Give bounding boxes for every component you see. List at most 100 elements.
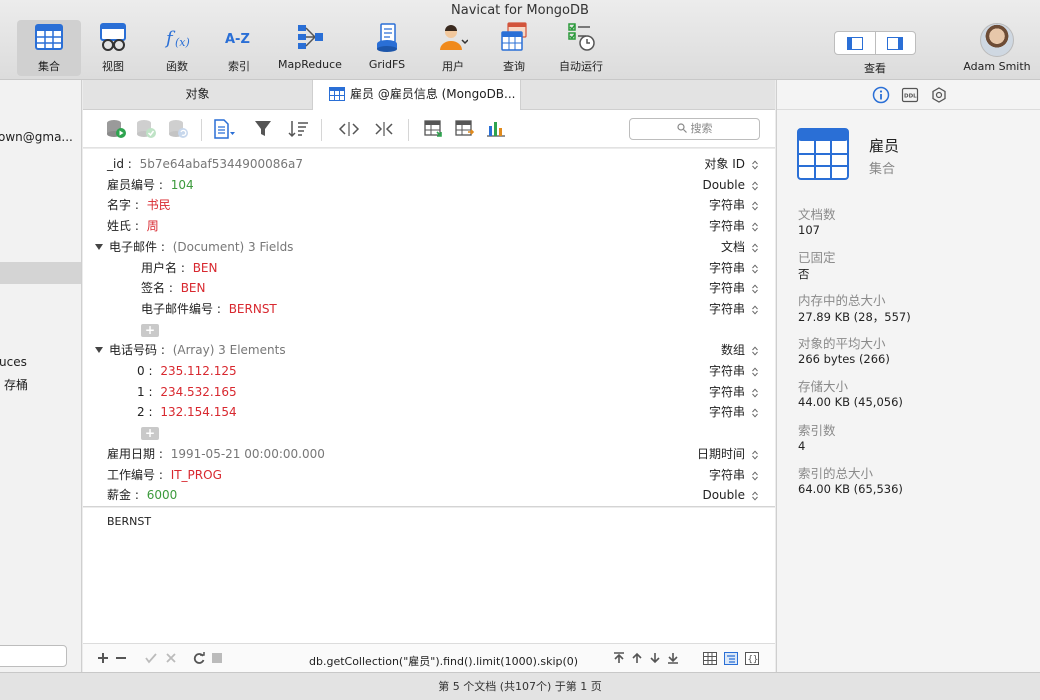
type-stepper-icon[interactable] <box>752 222 758 232</box>
type-stepper-icon[interactable] <box>752 470 758 481</box>
collapse-icon[interactable] <box>373 119 395 139</box>
field-type[interactable]: 字符串 <box>709 278 745 299</box>
document-field-row[interactable]: _id : 5b7e64abaf5344900086a7 对象 ID <box>83 154 775 175</box>
grid-view-icon[interactable] <box>703 652 717 665</box>
field-type[interactable]: 字符串 <box>709 361 745 382</box>
toolbar-automation-button[interactable]: 自动运行 <box>549 20 613 76</box>
field-type[interactable]: 字符串 <box>709 216 745 237</box>
add-field-button[interactable]: + <box>141 323 159 337</box>
previous-record-icon[interactable] <box>631 652 643 664</box>
expand-icon[interactable] <box>338 119 360 139</box>
field-type[interactable]: Double <box>702 485 745 506</box>
toolbar-user-button[interactable]: 用户 <box>421 20 485 76</box>
field-separator: : <box>177 260 189 275</box>
sidebar-item-bucket[interactable]: 存桶 <box>4 376 28 393</box>
document-field-row[interactable]: 工作编号 : IT_PROG 字符串 <box>83 465 775 486</box>
toggle-left-panel-button[interactable] <box>835 32 875 54</box>
automation-icon <box>568 23 595 51</box>
type-stepper-icon[interactable] <box>752 491 758 501</box>
type-stepper-icon[interactable] <box>752 450 758 460</box>
type-stepper-icon[interactable] <box>752 388 758 398</box>
document-field-row[interactable]: 0 : 235.112.125 字符串 <box>83 361 775 382</box>
remove-icon[interactable] <box>115 652 127 664</box>
tab-objects[interactable]: 对象 <box>83 80 313 109</box>
document-field-row[interactable]: 姓氏 : 周 字符串 <box>83 216 775 237</box>
toolbar-mapreduce-button[interactable]: MapReduce <box>278 20 342 76</box>
toggle-right-panel-button[interactable] <box>874 32 916 54</box>
field-type[interactable]: 字符串 <box>709 258 745 279</box>
value-editor[interactable]: BERNST <box>83 508 775 643</box>
type-stepper-icon[interactable] <box>752 367 758 377</box>
type-stepper-icon[interactable] <box>752 305 758 315</box>
info-icon[interactable] <box>872 86 890 104</box>
type-stepper-icon[interactable] <box>752 284 758 294</box>
document-field-row[interactable]: 名字 : 书民 字符串 <box>83 195 775 216</box>
toolbar-gridfs-button[interactable]: GridFS <box>355 20 419 76</box>
json-view-icon[interactable]: {} <box>745 652 759 665</box>
add-field-button[interactable]: + <box>141 427 159 441</box>
field-key: 电子邮件 <box>109 239 158 254</box>
document-field-row[interactable]: 签名 : BEN 字符串 <box>83 278 775 299</box>
field-type[interactable]: 字符串 <box>709 465 745 486</box>
refresh-icon[interactable] <box>193 652 205 664</box>
field-type[interactable]: 字符串 <box>709 382 745 403</box>
filter-icon[interactable] <box>253 119 275 139</box>
sidebar-search-input[interactable] <box>0 645 67 667</box>
begin-transaction-icon[interactable] <box>105 119 127 139</box>
document-field-row[interactable]: 电子邮件 : (Document) 3 Fields 文档 <box>83 237 775 258</box>
tab-document[interactable]: 雇员 @雇员信息 (MongoDB... <box>313 80 521 110</box>
type-stepper-icon[interactable] <box>752 263 758 274</box>
toolbar-index-button[interactable]: A-Z 索引 <box>207 20 271 76</box>
field-type[interactable]: 字符串 <box>709 299 745 320</box>
document-field-row[interactable]: 电子邮件编号 : BERNST 字符串 <box>83 299 775 320</box>
field-type[interactable]: 字符串 <box>709 402 745 423</box>
toolbar-function-button[interactable]: f (x) 函数 <box>145 20 209 76</box>
first-record-icon[interactable] <box>613 652 625 664</box>
expand-triangle-icon[interactable] <box>95 243 103 250</box>
type-stepper-icon[interactable] <box>752 160 758 170</box>
type-stepper-icon[interactable] <box>752 243 758 253</box>
status-bar: 第 5 个文档 (共107个) 于第 1 页 <box>0 672 1040 700</box>
ddl-icon[interactable]: DDL <box>901 86 919 104</box>
export-icon[interactable] <box>454 119 476 139</box>
document-field-row[interactable]: 电话号码 : (Array) 3 Elements 数组 <box>83 340 775 361</box>
info-value: 44.00 KB (45,056) <box>798 395 903 410</box>
document-field-row[interactable]: 1 : 234.532.165 字符串 <box>83 382 775 403</box>
sidebar-selected-item[interactable] <box>0 262 81 284</box>
field-type[interactable]: 文档 <box>721 237 745 258</box>
document-field-row[interactable]: 雇员编号 : 104 Double <box>83 175 775 196</box>
chart-icon[interactable] <box>485 119 507 139</box>
type-stepper-icon[interactable] <box>752 201 758 211</box>
sidebar-connection-item[interactable]: own@gma... <box>0 130 73 144</box>
last-record-icon[interactable] <box>667 652 679 664</box>
add-icon[interactable] <box>97 652 109 664</box>
toolbar-collection-button[interactable]: 集合 <box>17 20 81 76</box>
field-separator: : <box>165 281 177 296</box>
field-type[interactable]: 字符串 <box>709 195 745 216</box>
field-type[interactable]: 对象 ID <box>704 154 745 175</box>
expand-triangle-icon[interactable] <box>95 347 103 354</box>
field-type[interactable]: Double <box>702 175 745 196</box>
document-field-row[interactable]: 雇用日期 : 1991-05-21 00:00:00.000 日期时间 <box>83 444 775 465</box>
sort-icon[interactable] <box>288 119 310 139</box>
document-field-row[interactable]: 2 : 132.154.154 字符串 <box>83 402 775 423</box>
sidebar-item-reduces[interactable]: uces <box>0 355 27 369</box>
next-record-icon[interactable] <box>649 652 661 664</box>
type-stepper-icon[interactable] <box>752 181 758 191</box>
type-stepper-icon[interactable] <box>752 408 758 418</box>
toolbar-item-label: 查询 <box>503 60 525 73</box>
toolbar-query-button[interactable]: 查询 <box>482 20 546 76</box>
tree-view-icon[interactable] <box>724 652 738 665</box>
toolbar-view-button[interactable]: 视图 <box>81 20 145 76</box>
document-field-row[interactable]: 薪金 : 6000 Double <box>83 485 775 506</box>
search-input[interactable]: 搜索 <box>629 118 760 140</box>
query-text: db.getCollection("雇员").find().limit(1000… <box>309 655 579 668</box>
field-type[interactable]: 数组 <box>721 340 745 361</box>
import-icon[interactable] <box>423 119 445 139</box>
document-menu-icon[interactable] <box>213 119 235 139</box>
dependency-icon[interactable] <box>930 86 948 104</box>
document-field-row[interactable]: 用户名 : BEN 字符串 <box>83 258 775 279</box>
type-stepper-icon[interactable] <box>752 346 758 356</box>
avatar[interactable] <box>980 23 1014 57</box>
field-type[interactable]: 日期时间 <box>697 444 745 465</box>
